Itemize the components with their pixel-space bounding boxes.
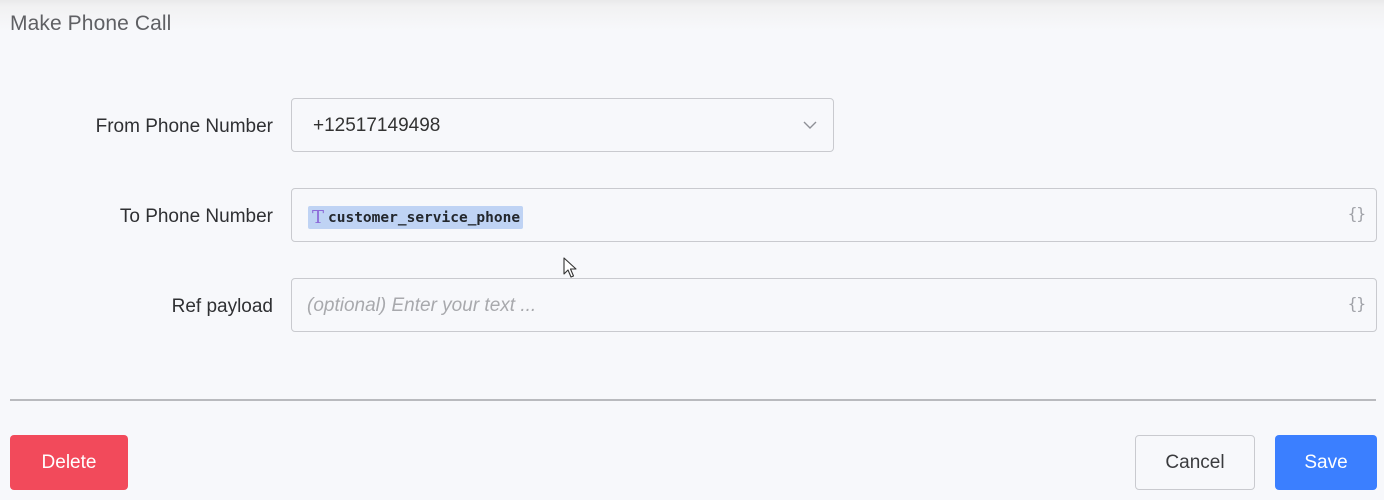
chevron-down-icon[interactable] — [803, 118, 817, 132]
text-type-icon: T — [312, 206, 325, 228]
curly-braces-icon[interactable]: {} — [1348, 204, 1366, 223]
variable-token-label: customer_service_phone — [328, 209, 521, 226]
from-phone-label: From Phone Number — [95, 116, 273, 137]
from-phone-value: +12517149498 — [313, 115, 441, 136]
save-button[interactable]: Save — [1275, 435, 1377, 490]
from-phone-select[interactable]: +12517149498 — [291, 98, 834, 152]
to-phone-input[interactable]: T customer_service_phone {} — [291, 188, 1377, 242]
dialog-header — [0, 0, 1384, 48]
cancel-button[interactable]: Cancel — [1135, 435, 1255, 490]
dialog-title: Make Phone Call — [10, 12, 172, 35]
footer-divider — [10, 399, 1376, 401]
curly-braces-icon[interactable]: {} — [1348, 294, 1366, 313]
ref-payload-label: Ref payload — [171, 296, 273, 317]
variable-token[interactable]: T customer_service_phone — [308, 206, 524, 229]
delete-button[interactable]: Delete — [10, 435, 128, 490]
ref-payload-placeholder: (optional) Enter your text ... — [307, 295, 537, 316]
ref-payload-input[interactable]: (optional) Enter your text ... {} — [291, 278, 1377, 332]
to-phone-label: To Phone Number — [119, 206, 273, 227]
mouse-cursor-icon — [563, 257, 577, 278]
